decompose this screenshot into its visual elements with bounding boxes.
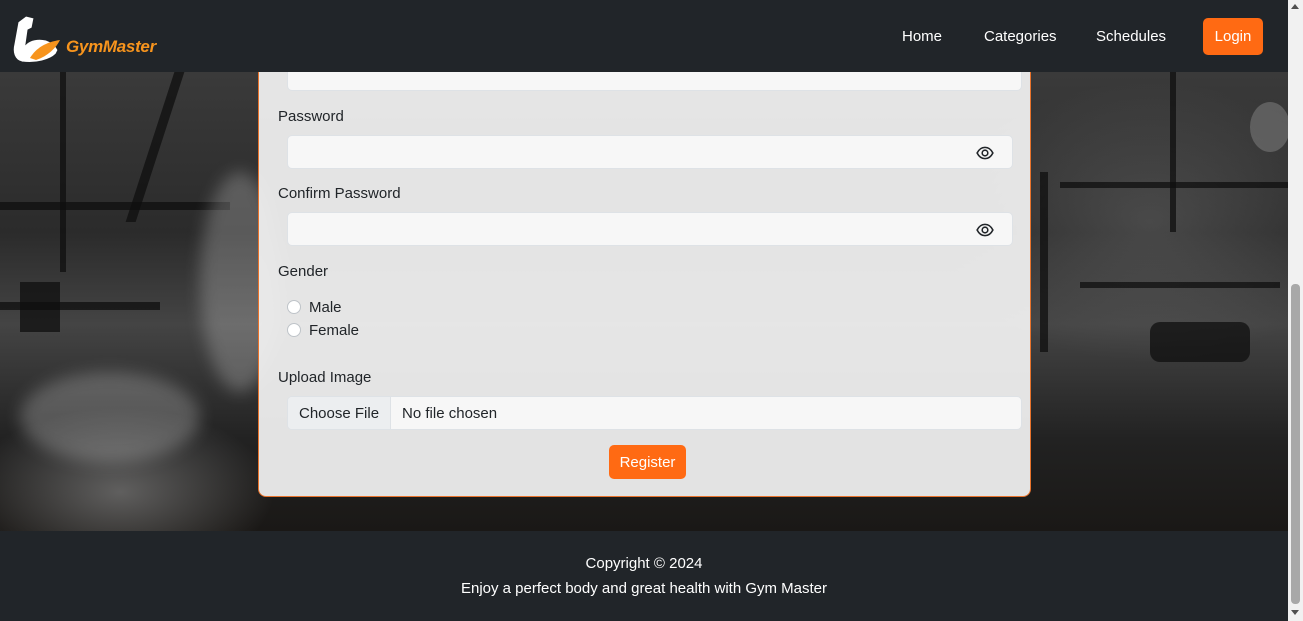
navbar: GymMaster Home Categories Schedules Logi… bbox=[0, 0, 1288, 72]
footer: Copyright © 2024 Enjoy a perfect body an… bbox=[0, 531, 1288, 621]
footer-tagline: Enjoy a perfect body and great health wi… bbox=[460, 580, 828, 597]
male-radio[interactable] bbox=[287, 300, 301, 314]
login-button[interactable]: Login bbox=[1203, 18, 1263, 55]
nav-categories[interactable]: Categories bbox=[984, 28, 1057, 45]
choose-file-button[interactable]: Choose File bbox=[288, 397, 392, 429]
gymmaster-logo[interactable]: GymMaster bbox=[12, 14, 156, 66]
confirm-password-label: Confirm Password bbox=[278, 185, 401, 202]
page: Password Confirm Password Gender Male Fe… bbox=[0, 0, 1288, 621]
copyright-text: Copyright © 2024 bbox=[585, 555, 703, 572]
gender-label: Gender bbox=[278, 263, 329, 280]
register-button[interactable]: Register bbox=[609, 445, 686, 479]
female-label: Female bbox=[309, 321, 360, 339]
page-scrollbar[interactable] bbox=[1288, 0, 1303, 621]
eye-icon[interactable] bbox=[976, 144, 994, 162]
registration-form-card: Password Confirm Password Gender Male Fe… bbox=[258, 40, 1031, 497]
password-field[interactable] bbox=[287, 135, 1013, 169]
upload-image-label: Upload Image bbox=[278, 369, 372, 386]
female-radio[interactable] bbox=[287, 323, 301, 337]
file-status-text: No file chosen bbox=[402, 404, 498, 422]
image-file-input[interactable]: Choose File No file chosen bbox=[287, 396, 1022, 430]
password-label: Password bbox=[278, 108, 344, 125]
eye-icon[interactable] bbox=[976, 221, 994, 239]
scroll-up-arrow-icon[interactable] bbox=[1291, 4, 1299, 9]
gender-option-female[interactable]: Female bbox=[287, 321, 359, 339]
male-label: Male bbox=[309, 298, 342, 316]
scroll-down-arrow-icon[interactable] bbox=[1291, 610, 1299, 615]
scroll-thumb[interactable] bbox=[1291, 284, 1300, 604]
nav-home[interactable]: Home bbox=[902, 28, 942, 45]
confirm-password-field[interactable] bbox=[287, 212, 1013, 246]
gender-option-male[interactable]: Male bbox=[287, 298, 342, 316]
flexed-arm-icon bbox=[12, 15, 60, 63]
nav-schedules[interactable]: Schedules bbox=[1096, 28, 1166, 45]
brand-name: GymMaster bbox=[66, 37, 156, 56]
